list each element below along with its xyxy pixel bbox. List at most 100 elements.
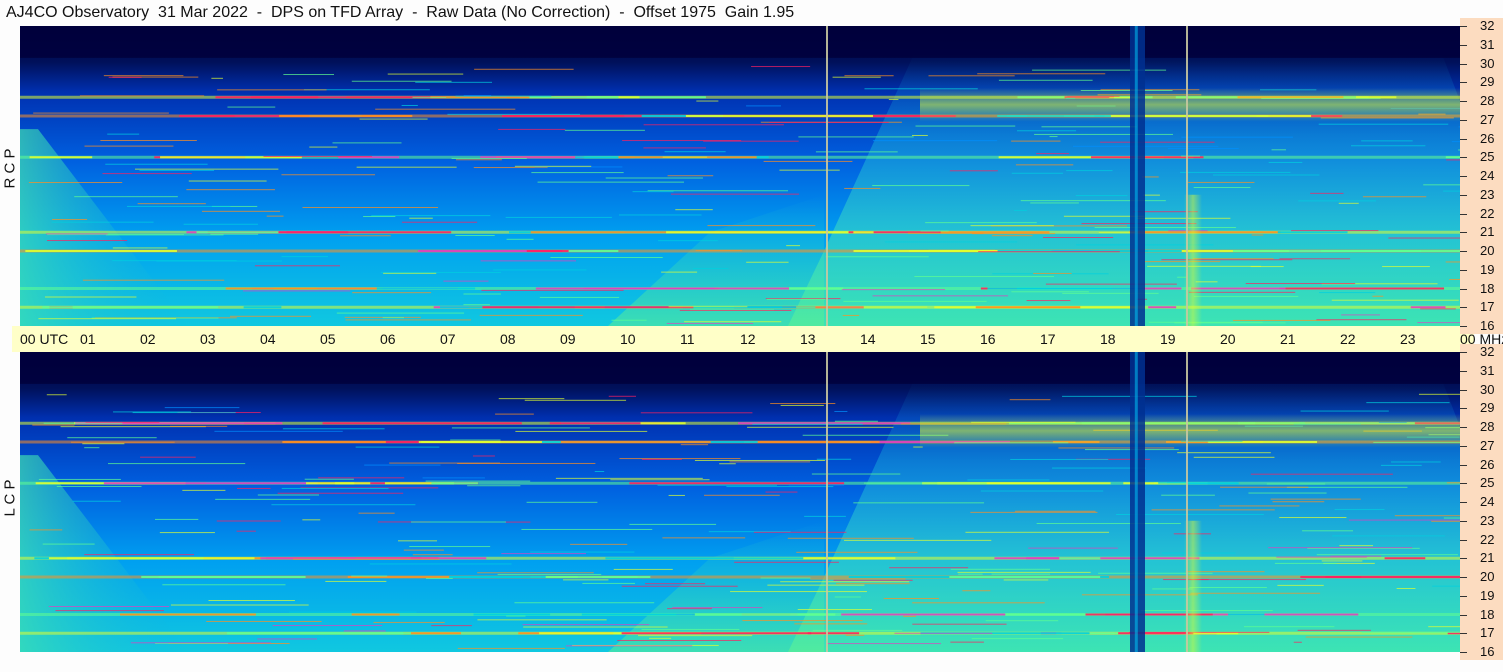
noise-streak bbox=[154, 518, 199, 520]
noise-streak bbox=[797, 609, 872, 611]
noise-streak bbox=[67, 437, 157, 439]
noise-streak bbox=[844, 187, 881, 189]
freq-tick-mark bbox=[1460, 119, 1467, 121]
noise-streak bbox=[501, 553, 587, 555]
noise-streak bbox=[304, 478, 354, 480]
noise-streak bbox=[463, 293, 501, 295]
noise-streak bbox=[1066, 170, 1113, 172]
noise-streak bbox=[1190, 592, 1321, 594]
noise-streak bbox=[1334, 509, 1385, 511]
noise-streak bbox=[765, 491, 798, 493]
noise-streak bbox=[1010, 458, 1109, 460]
noise-streak bbox=[668, 494, 685, 496]
noise-streak bbox=[641, 458, 682, 460]
noise-streak bbox=[991, 235, 1033, 237]
noise-streak bbox=[1380, 464, 1422, 466]
noise-streak bbox=[412, 554, 453, 556]
noise-streak bbox=[1300, 410, 1389, 412]
noise-streak bbox=[514, 602, 655, 604]
noise-streak bbox=[467, 485, 521, 487]
noise-streak bbox=[474, 68, 574, 70]
noise-streak bbox=[135, 168, 279, 170]
freq-tick-mark bbox=[1460, 251, 1467, 252]
noise-streak bbox=[409, 546, 491, 548]
noise-streak bbox=[403, 549, 444, 551]
noise-streak bbox=[44, 296, 137, 298]
noise-streak bbox=[1036, 523, 1181, 525]
noise-streak bbox=[836, 583, 910, 585]
noise-streak bbox=[457, 647, 565, 649]
frequency-band-segment bbox=[621, 632, 812, 635]
noise-streak bbox=[302, 519, 321, 521]
noise-streak bbox=[884, 241, 1018, 243]
frequency-band-segment bbox=[351, 613, 400, 616]
low-signal-band bbox=[20, 352, 1460, 384]
noise-streak bbox=[1148, 321, 1263, 323]
noise-streak bbox=[28, 181, 123, 183]
noise-streak bbox=[29, 529, 63, 531]
noise-streak bbox=[1417, 322, 1460, 324]
noise-streak bbox=[704, 494, 780, 496]
frequency-band-segment bbox=[640, 422, 686, 425]
noise-streak bbox=[130, 642, 271, 644]
freq-tick-label: 23 bbox=[1480, 512, 1495, 528]
noise-streak bbox=[864, 482, 987, 484]
frequency-band-segment bbox=[743, 441, 880, 443]
noise-streak bbox=[1041, 126, 1138, 128]
vertical-marker-line bbox=[826, 352, 828, 652]
frequency-band-segment bbox=[29, 156, 93, 159]
noise-streak bbox=[33, 112, 169, 114]
rcp-frequency-axis: 16 17 18 19 20 21 22 23 24 25 26 27 28 29 30 31 32 bbox=[1460, 18, 1503, 334]
noise-streak bbox=[645, 583, 706, 585]
freq-tick-label: 19 bbox=[1480, 587, 1495, 603]
noise-streak bbox=[643, 147, 706, 149]
noise-streak bbox=[137, 203, 206, 205]
noise-streak bbox=[1279, 258, 1351, 260]
noise-streak bbox=[693, 267, 729, 269]
noise-streak bbox=[657, 484, 777, 486]
frequency-band-segment bbox=[282, 441, 386, 443]
noise-streak bbox=[1305, 636, 1413, 638]
noise-streak bbox=[1396, 588, 1416, 590]
noise-streak bbox=[1298, 200, 1376, 202]
noise-streak bbox=[911, 134, 928, 136]
frequency-band-segment bbox=[226, 632, 411, 635]
freq-tick-label: 16 bbox=[1480, 644, 1495, 659]
vertical-marker-line bbox=[1186, 352, 1188, 652]
noise-streak bbox=[815, 151, 898, 153]
noise-streak bbox=[672, 607, 763, 609]
lcp-label-text: L C P bbox=[1, 479, 19, 517]
noise-streak bbox=[1161, 259, 1293, 261]
utc-tick-label: 02 bbox=[140, 331, 156, 347]
freq-tick-label: 28 bbox=[1480, 419, 1495, 434]
noise-streak bbox=[100, 139, 197, 141]
noise-streak bbox=[825, 256, 929, 258]
noise-streak bbox=[1451, 141, 1460, 143]
noise-streak bbox=[537, 181, 684, 183]
noise-streak bbox=[949, 170, 998, 172]
frequency-band-segment bbox=[535, 287, 715, 290]
noise-streak bbox=[359, 118, 428, 120]
noise-streak bbox=[696, 100, 719, 102]
noise-streak bbox=[670, 193, 800, 195]
noise-streak bbox=[72, 500, 121, 502]
noise-streak bbox=[216, 520, 281, 522]
noise-streak bbox=[680, 444, 709, 446]
noise-streak bbox=[472, 455, 495, 457]
noise-streak bbox=[387, 73, 464, 75]
noise-streak bbox=[422, 477, 485, 479]
freq-tick-label: 30 bbox=[1480, 55, 1495, 71]
freq-tick-label: 20 bbox=[1480, 243, 1495, 258]
frequency-band-segment bbox=[629, 482, 845, 485]
utc-tick-label: 00 UTC bbox=[20, 331, 69, 347]
noise-streak bbox=[611, 319, 647, 321]
noise-streak bbox=[962, 590, 991, 592]
noise-streak bbox=[477, 619, 607, 621]
noise-streak bbox=[991, 573, 1051, 575]
noise-streak bbox=[43, 422, 123, 424]
noise-streak bbox=[74, 196, 178, 198]
frequency-band-segment bbox=[1279, 287, 1445, 290]
freq-tick-label: 17 bbox=[1480, 299, 1495, 315]
noise-streak bbox=[236, 530, 256, 532]
noise-streak bbox=[102, 173, 192, 175]
